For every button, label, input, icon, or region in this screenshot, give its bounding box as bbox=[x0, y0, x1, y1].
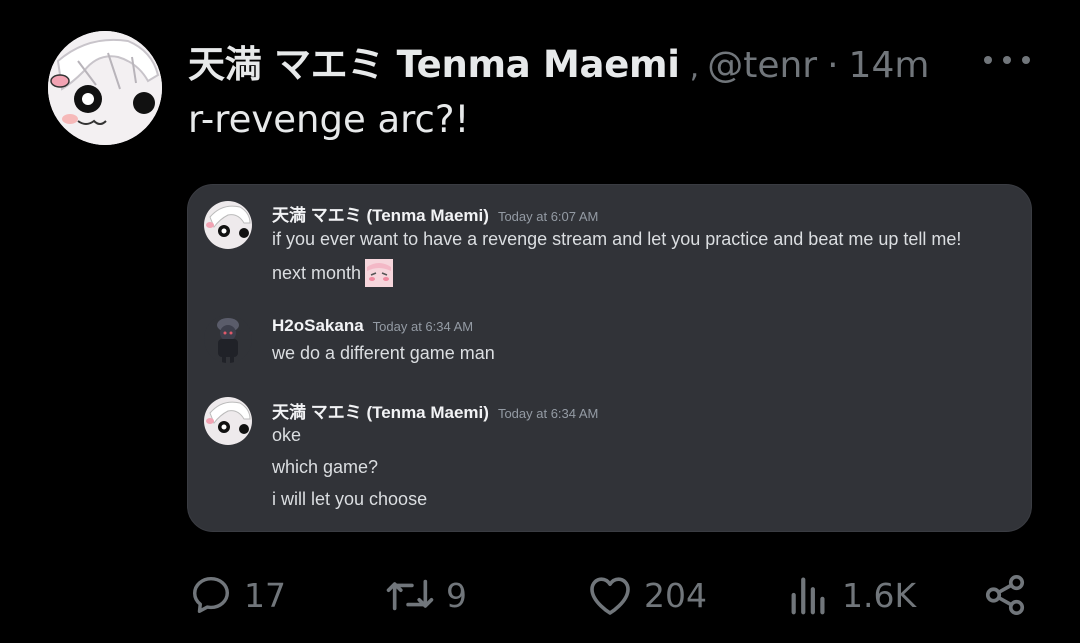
message-line: next month bbox=[272, 262, 362, 283]
message-line-with-emote: next month bbox=[272, 259, 394, 287]
tweet-actions: 17 9 204 1.6K bbox=[0, 572, 1080, 620]
message-timestamp: Today at 6:34 AM bbox=[372, 319, 474, 334]
message-header: H2oSakana Today at 6:34 AM bbox=[272, 316, 473, 336]
like-count: 204 bbox=[644, 575, 707, 615]
message-avatar bbox=[204, 201, 252, 249]
reply-button[interactable]: 17 bbox=[188, 572, 286, 618]
blush-emote-icon bbox=[365, 259, 394, 287]
share-icon bbox=[985, 574, 1025, 616]
message-author: 天満 マエミ (Tenma Maemi) bbox=[272, 403, 489, 422]
message-header: 天満 マエミ (Tenma Maemi) Today at 6:34 AM bbox=[272, 398, 598, 423]
like-button[interactable]: 204 bbox=[586, 572, 707, 618]
separator-dot: · bbox=[827, 45, 839, 86]
message-line: which game? bbox=[272, 457, 379, 477]
message-author: 天満 マエミ (Tenma Maemi) bbox=[272, 206, 489, 225]
embedded-chat-image[interactable]: 天満 マエミ (Tenma Maemi) Today at 6:07 AM if… bbox=[187, 184, 1032, 532]
repost-icon bbox=[386, 579, 434, 611]
message-header: 天満 マエミ (Tenma Maemi) Today at 6:07 AM bbox=[272, 201, 598, 226]
message-line: if you ever want to have a revenge strea… bbox=[272, 229, 962, 249]
tweet-header: 天満 マエミ Tenma Maemi , @tenr · 14m bbox=[188, 34, 929, 88]
views-icon bbox=[791, 577, 825, 615]
display-name[interactable]: 天満 マエミ Tenma Maemi bbox=[188, 34, 680, 88]
timestamp[interactable]: 14m bbox=[849, 45, 930, 86]
message-line: i will let you choose bbox=[272, 489, 428, 509]
message-author: H2oSakana bbox=[272, 316, 364, 335]
share-button[interactable] bbox=[982, 572, 1028, 618]
message-line: we do a different game man bbox=[272, 343, 495, 363]
reply-icon bbox=[192, 576, 230, 614]
message-timestamp: Today at 6:07 AM bbox=[497, 209, 599, 224]
author-avatar[interactable] bbox=[48, 31, 162, 145]
message-timestamp: Today at 6:34 AM bbox=[497, 406, 599, 421]
tweet-text: r-revenge arc?! bbox=[188, 98, 470, 141]
more-icon[interactable] bbox=[984, 48, 1030, 72]
message-line: oke bbox=[272, 425, 302, 445]
message-avatar bbox=[204, 397, 252, 445]
heart-icon bbox=[590, 577, 630, 615]
name-badge-mark: , bbox=[689, 50, 700, 85]
views-button[interactable]: 1.6K bbox=[786, 572, 916, 618]
view-count: 1.6K bbox=[842, 575, 917, 615]
repost-count: 9 bbox=[446, 575, 467, 615]
reply-count: 17 bbox=[244, 575, 286, 615]
handle[interactable]: @tenr bbox=[707, 45, 817, 86]
repost-button[interactable]: 9 bbox=[384, 572, 467, 618]
message-avatar bbox=[204, 315, 252, 363]
